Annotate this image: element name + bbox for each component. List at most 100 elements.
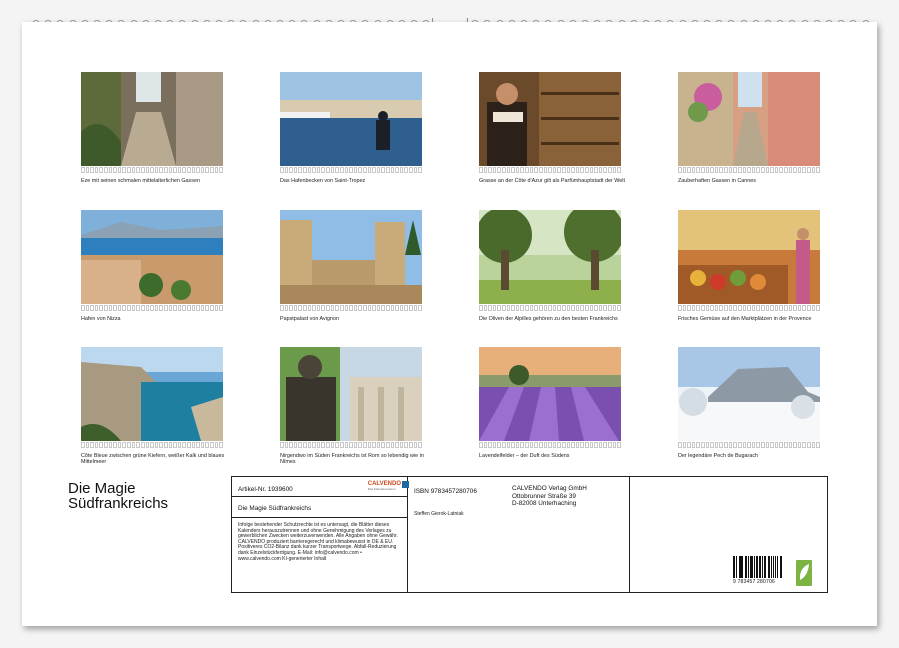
- date-box: [497, 442, 501, 448]
- date-box: [368, 305, 372, 311]
- date-box: [738, 167, 742, 173]
- date-box: [414, 442, 418, 448]
- date-box: [81, 167, 85, 173]
- date-box: [109, 167, 113, 173]
- photo-lavender: [479, 347, 621, 441]
- date-box: [594, 305, 598, 311]
- date-box: [303, 167, 307, 173]
- date-box: [182, 167, 186, 173]
- date-box: [530, 167, 534, 173]
- date-box: [372, 442, 376, 448]
- photo-saint-tropez: [280, 72, 422, 166]
- date-box: [696, 305, 700, 311]
- date-box: [210, 305, 214, 311]
- title-line-1: Die Magie: [68, 481, 168, 496]
- date-box: [585, 305, 589, 311]
- info-column-middle: ISBN 9783457280706 Steffen Gierok-Latnia…: [408, 477, 630, 592]
- photo-caption: Grasse an der Côte d'Azur gilt als Parfü…: [479, 178, 629, 184]
- date-box: [150, 305, 154, 311]
- date-box: [479, 442, 483, 448]
- date-box: [548, 167, 552, 173]
- date-box: [752, 442, 756, 448]
- date-box: [192, 167, 196, 173]
- date-box: [493, 442, 497, 448]
- date-box: [141, 167, 145, 173]
- date-box: [95, 167, 99, 173]
- date-box: [571, 442, 575, 448]
- date-box: [215, 167, 219, 173]
- photo-avignon: [280, 210, 422, 304]
- date-box: [395, 167, 399, 173]
- date-box: [576, 442, 580, 448]
- date-box: [169, 442, 173, 448]
- date-box: [104, 167, 108, 173]
- date-box: [719, 442, 723, 448]
- date-box: [196, 305, 200, 311]
- date-box: [317, 167, 321, 173]
- date-box: [608, 442, 612, 448]
- date-box: [678, 167, 682, 173]
- date-box: [99, 305, 103, 311]
- date-box: [507, 305, 511, 311]
- date-box: [395, 305, 399, 311]
- date-box: [511, 305, 515, 311]
- date-box: [590, 167, 594, 173]
- date-box: [599, 167, 603, 173]
- author: Steffen Gierok-Latniak: [414, 512, 464, 518]
- date-box: [81, 305, 85, 311]
- date-box: [793, 442, 797, 448]
- photo-caption: Nirgendwo im Süden Frankreichs ist Rom s…: [280, 453, 430, 465]
- date-box: [109, 442, 113, 448]
- photo-nimes: [280, 347, 422, 441]
- photo-market: [678, 210, 820, 304]
- date-box: [497, 167, 501, 173]
- date-box: [150, 167, 154, 173]
- date-box: [418, 442, 422, 448]
- date-box: [99, 442, 103, 448]
- date-box: [331, 167, 335, 173]
- date-box: [802, 305, 806, 311]
- photo-caption: Der legendäre Pech de Bugarach: [678, 453, 828, 459]
- date-box: [386, 167, 390, 173]
- date-box: [205, 305, 209, 311]
- date-box: [484, 442, 488, 448]
- date-box: [701, 442, 705, 448]
- date-box: [710, 442, 714, 448]
- date-box: [368, 167, 372, 173]
- date-box: [511, 442, 515, 448]
- date-box: [816, 442, 820, 448]
- date-box: [372, 167, 376, 173]
- date-box: [530, 442, 534, 448]
- date-box: [534, 305, 538, 311]
- date-box: [724, 442, 728, 448]
- date-strip: [479, 305, 621, 311]
- date-box: [210, 442, 214, 448]
- date-box: [692, 305, 696, 311]
- photo-caption: Côte Bleue zwischen grüne Kiefern, weiße…: [81, 453, 231, 465]
- date-box: [507, 442, 511, 448]
- date-box: [381, 442, 385, 448]
- date-box: [534, 167, 538, 173]
- date-box: [775, 305, 779, 311]
- date-box: [594, 442, 598, 448]
- date-box: [766, 442, 770, 448]
- date-box: [391, 305, 395, 311]
- date-box: [118, 442, 122, 448]
- date-box: [743, 167, 747, 173]
- date-box: [86, 167, 90, 173]
- date-box: [219, 305, 223, 311]
- date-box: [683, 305, 687, 311]
- date-strip: [81, 167, 223, 173]
- date-box: [807, 167, 811, 173]
- date-box: [201, 167, 205, 173]
- date-box: [294, 305, 298, 311]
- date-box: [571, 305, 575, 311]
- date-box: [812, 442, 816, 448]
- date-box: [756, 167, 760, 173]
- photo-tile: Die Oliven der Alpilles gehören zu den b…: [479, 210, 629, 322]
- date-box: [752, 167, 756, 173]
- title-line-2: Südfrankreichs: [68, 496, 168, 511]
- date-box: [770, 305, 774, 311]
- photo-caption: Papstpalast von Avignon: [280, 316, 430, 322]
- date-box: [146, 305, 150, 311]
